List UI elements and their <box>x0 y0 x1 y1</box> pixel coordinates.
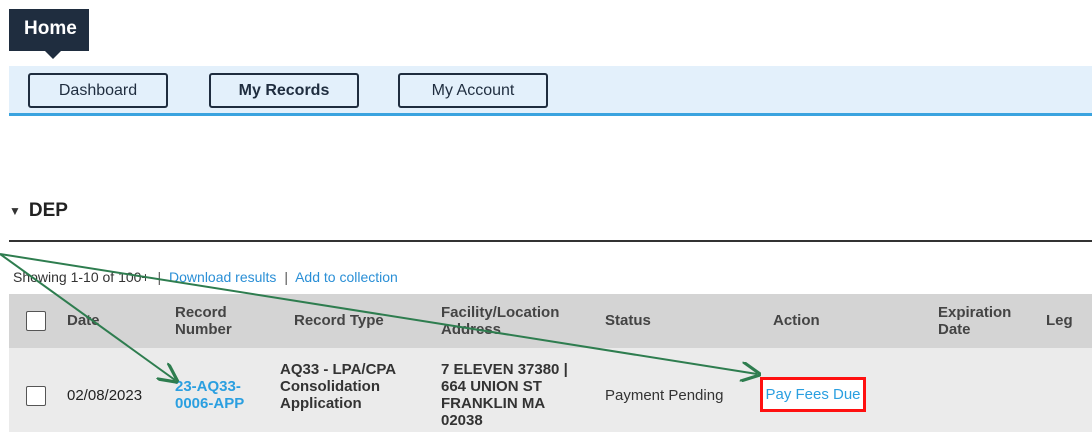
arrow-to-record-number <box>0 253 175 380</box>
arrow-to-pay-fees <box>0 253 757 374</box>
annotation-arrows <box>0 253 1092 432</box>
